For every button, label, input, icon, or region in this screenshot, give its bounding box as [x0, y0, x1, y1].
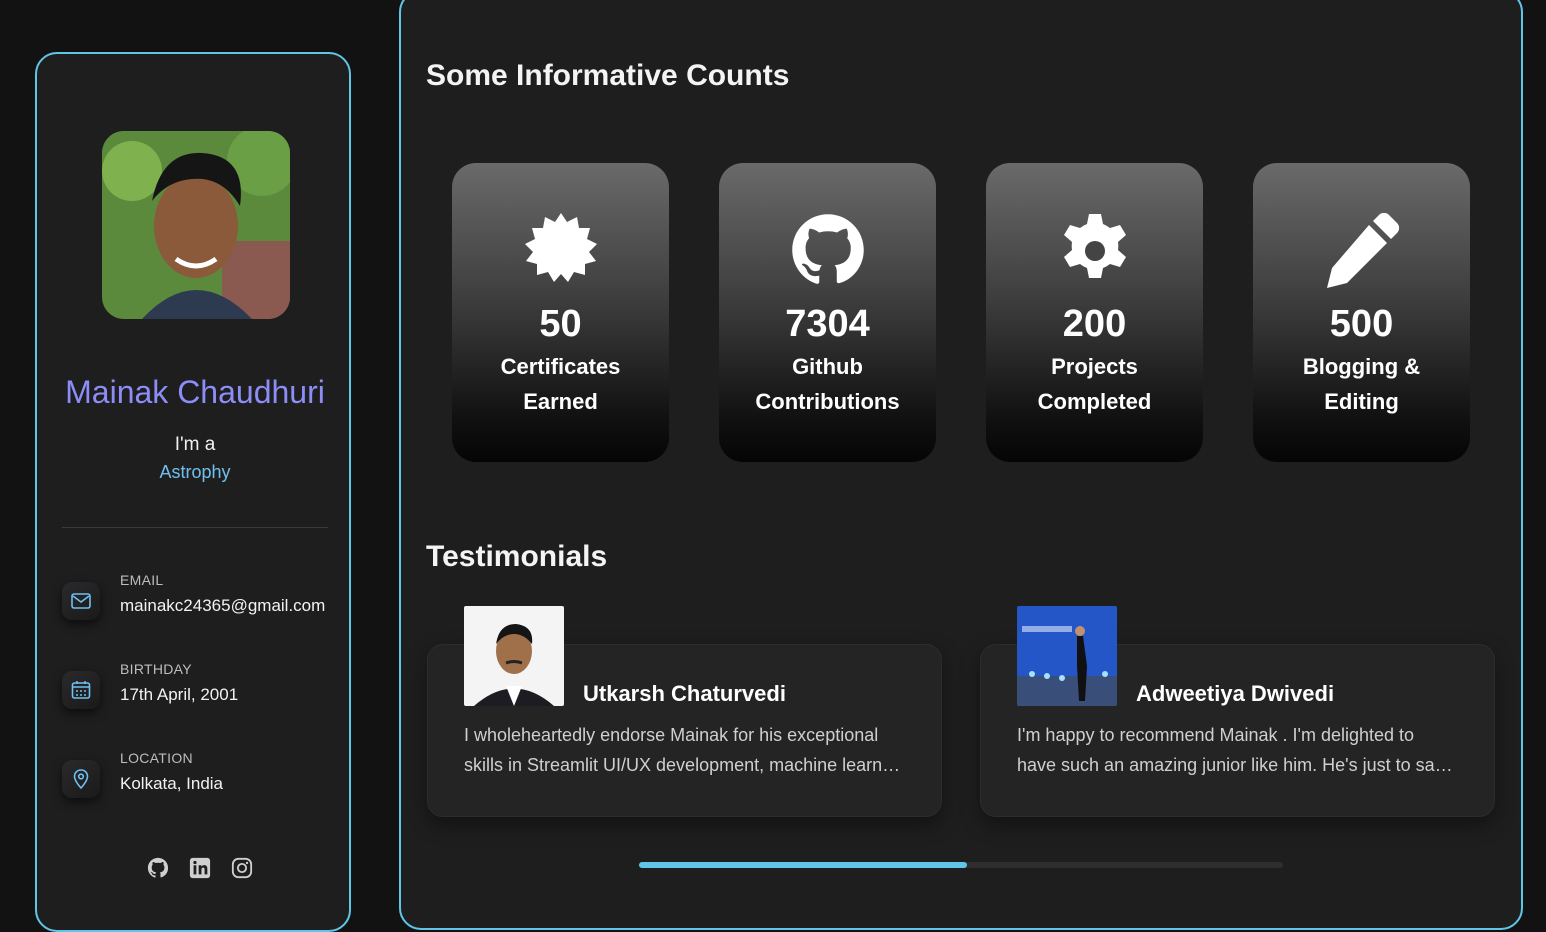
- github-icon[interactable]: [147, 857, 169, 879]
- count-card-blogging: 500 Blogging & Editing: [1253, 163, 1470, 462]
- badge-icon: [522, 211, 600, 289]
- divider: [62, 527, 328, 528]
- count-value: 500: [1329, 303, 1394, 345]
- testimonial-avatar: [464, 606, 564, 706]
- contact-value[interactable]: mainakc24365@gmail.com: [120, 596, 325, 616]
- contact-label: BIRTHDAY: [120, 661, 192, 677]
- carousel-scrollbar-thumb[interactable]: [639, 862, 968, 868]
- testimonial-name: Utkarsh Chaturvedi: [583, 681, 786, 706]
- social-links: [147, 857, 253, 879]
- linkedin-icon[interactable]: [189, 857, 211, 879]
- contact-value: Kolkata, India: [120, 774, 224, 793]
- profile-sidebar: Mainak Chaudhuri I'm a Astrophy EMAIL ma…: [35, 52, 351, 932]
- main-panel: Some Informative Counts 50 Certificates E…: [399, 0, 1523, 930]
- testimonial-text: I'm happy to recommend Mainak . I'm deli…: [1017, 725, 1457, 775]
- testimonial-name: Adweetiya Dwivedi: [1136, 681, 1335, 706]
- count-value: 200: [1062, 303, 1127, 345]
- count-card-certificates: 50 Certificates Earned: [452, 163, 669, 462]
- contact-value: 17th April, 2001: [120, 685, 239, 704]
- mail-icon: [62, 582, 100, 620]
- gear-icon: [1056, 211, 1134, 289]
- contact-email: EMAIL mainakc24365@gmail.com: [62, 572, 342, 632]
- role-text: Astrophy: [159, 462, 231, 482]
- github-icon: [789, 211, 867, 289]
- carousel-scrollbar[interactable]: [639, 862, 1283, 868]
- testimonials-heading: Testimonials: [426, 540, 608, 573]
- avatar: [102, 131, 290, 319]
- pencil-icon: [1323, 211, 1401, 289]
- instagram-icon[interactable]: [231, 857, 253, 879]
- testimonial-text: I wholeheartedly endorse Mainak for his …: [464, 725, 904, 775]
- testimonial-avatar: [1017, 606, 1117, 706]
- calendar-icon: [62, 671, 100, 709]
- counts-heading: Some Informative Counts: [426, 59, 790, 92]
- contact-location: LOCATION Kolkata, India: [62, 750, 342, 810]
- count-card-projects: 200 Projects Completed: [986, 163, 1203, 462]
- contact-label: LOCATION: [120, 750, 193, 766]
- count-label: Projects Completed: [1037, 354, 1152, 414]
- profile-name: Mainak Chaudhuri: [65, 374, 325, 410]
- count-label: Certificates Earned: [500, 354, 621, 414]
- count-label: Github Contributions: [755, 354, 900, 414]
- count-label: Blogging & Editing: [1302, 354, 1421, 414]
- location-pin-icon: [62, 760, 100, 798]
- count-value: 50: [539, 303, 582, 345]
- count-card-github: 7304 Github Contributions: [719, 163, 936, 462]
- count-value: 7304: [785, 303, 870, 345]
- role-intro: I'm a: [174, 434, 216, 455]
- contact-label: EMAIL: [120, 572, 164, 588]
- contact-birthday: BIRTHDAY 17th April, 2001: [62, 661, 342, 721]
